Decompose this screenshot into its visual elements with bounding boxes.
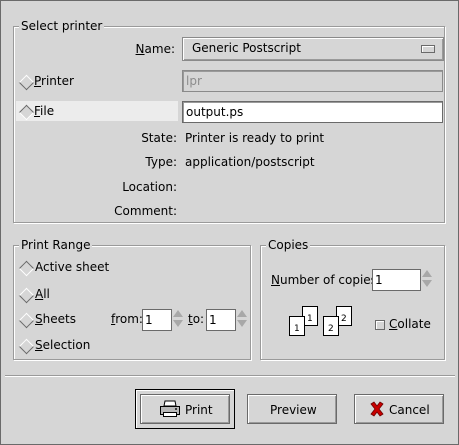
output-file-field[interactable]: output.ps: [182, 101, 443, 123]
spin-down-icon[interactable]: [173, 320, 183, 327]
from-spinner[interactable]: 1: [142, 309, 172, 331]
printer-radio-row[interactable]: Printer: [16, 71, 176, 91]
all-radio-row[interactable]: All: [16, 284, 96, 304]
copies-spinner-arrows[interactable]: [421, 268, 432, 290]
type-value: application/postscript: [185, 155, 315, 169]
state-label: State:: [141, 131, 177, 145]
from-spinner-arrows[interactable]: [172, 308, 183, 330]
selection-label: Selection: [35, 338, 91, 352]
copies-value: 1: [375, 273, 383, 287]
spin-up-icon[interactable]: [422, 270, 432, 277]
dropdown-indicator-icon: [421, 45, 435, 53]
active-sheet-radio-row[interactable]: Active sheet: [16, 257, 136, 277]
file-radio[interactable]: [18, 104, 35, 121]
print-button[interactable]: Print: [140, 394, 230, 424]
from-value: 1: [145, 313, 153, 327]
printer-radio[interactable]: [18, 74, 35, 91]
copies-spinner[interactable]: 1: [372, 269, 421, 291]
spin-down-icon[interactable]: [237, 320, 247, 327]
cancel-button-label: Cancel: [389, 403, 430, 417]
state-value: Printer is ready to print: [185, 131, 325, 145]
button-separator: [5, 375, 455, 377]
printer-radio-label: Printer: [34, 74, 74, 88]
spin-down-icon[interactable]: [422, 280, 432, 287]
printer-icon: [160, 400, 180, 417]
printer-command-value: lpr: [186, 74, 202, 88]
sheets-radio-row[interactable]: Sheets: [16, 309, 96, 329]
to-label: to:: [188, 312, 205, 326]
file-radio-label: File: [34, 104, 55, 118]
all-label: All: [35, 287, 50, 301]
copies-title: Copies: [266, 238, 311, 252]
selection-radio[interactable]: [18, 338, 35, 355]
print-range-title: Print Range: [19, 238, 93, 252]
page-front-2: 2: [323, 316, 339, 336]
printer-name-combo[interactable]: Generic Postscript: [182, 37, 444, 61]
printer-name-value: Generic Postscript: [192, 41, 301, 55]
active-sheet-label: Active sheet: [35, 260, 110, 274]
sheets-radio[interactable]: [18, 312, 35, 329]
preview-button[interactable]: Preview: [247, 394, 337, 424]
collate-pages-icon: 1 1 2 2: [289, 306, 359, 342]
type-label: Type:: [145, 155, 177, 169]
active-sheet-radio[interactable]: [18, 260, 35, 277]
to-spinner[interactable]: 1: [206, 309, 236, 331]
location-label: Location:: [122, 180, 177, 194]
cancel-x-icon: [370, 401, 384, 417]
all-radio[interactable]: [18, 287, 35, 304]
copies-frame: Copies: [260, 238, 445, 360]
spin-up-icon[interactable]: [173, 310, 183, 317]
printer-command-field[interactable]: lpr: [182, 70, 443, 92]
selection-radio-row[interactable]: Selection: [16, 335, 116, 355]
cancel-button[interactable]: Cancel: [354, 394, 444, 424]
select-printer-title: Select printer: [19, 19, 105, 33]
print-dialog: Select printer Name: Generic Postscript …: [0, 0, 459, 445]
to-spinner-arrows[interactable]: [236, 308, 247, 330]
page-front-1: 1: [289, 316, 305, 336]
name-label: Name:: [135, 42, 175, 56]
to-value: 1: [209, 313, 217, 327]
from-label: from:: [111, 312, 143, 326]
spin-up-icon[interactable]: [237, 310, 247, 317]
number-of-copies-label: Number of copies:: [271, 273, 381, 287]
print-button-label: Print: [185, 403, 213, 417]
preview-button-label: Preview: [270, 403, 317, 417]
output-file-value: output.ps: [186, 105, 244, 119]
collate-checkbox[interactable]: [375, 320, 385, 330]
collate-label: Collate: [389, 317, 431, 331]
comment-label: Comment:: [114, 204, 177, 218]
sheets-label: Sheets: [35, 312, 76, 326]
file-radio-row[interactable]: File: [16, 101, 178, 121]
